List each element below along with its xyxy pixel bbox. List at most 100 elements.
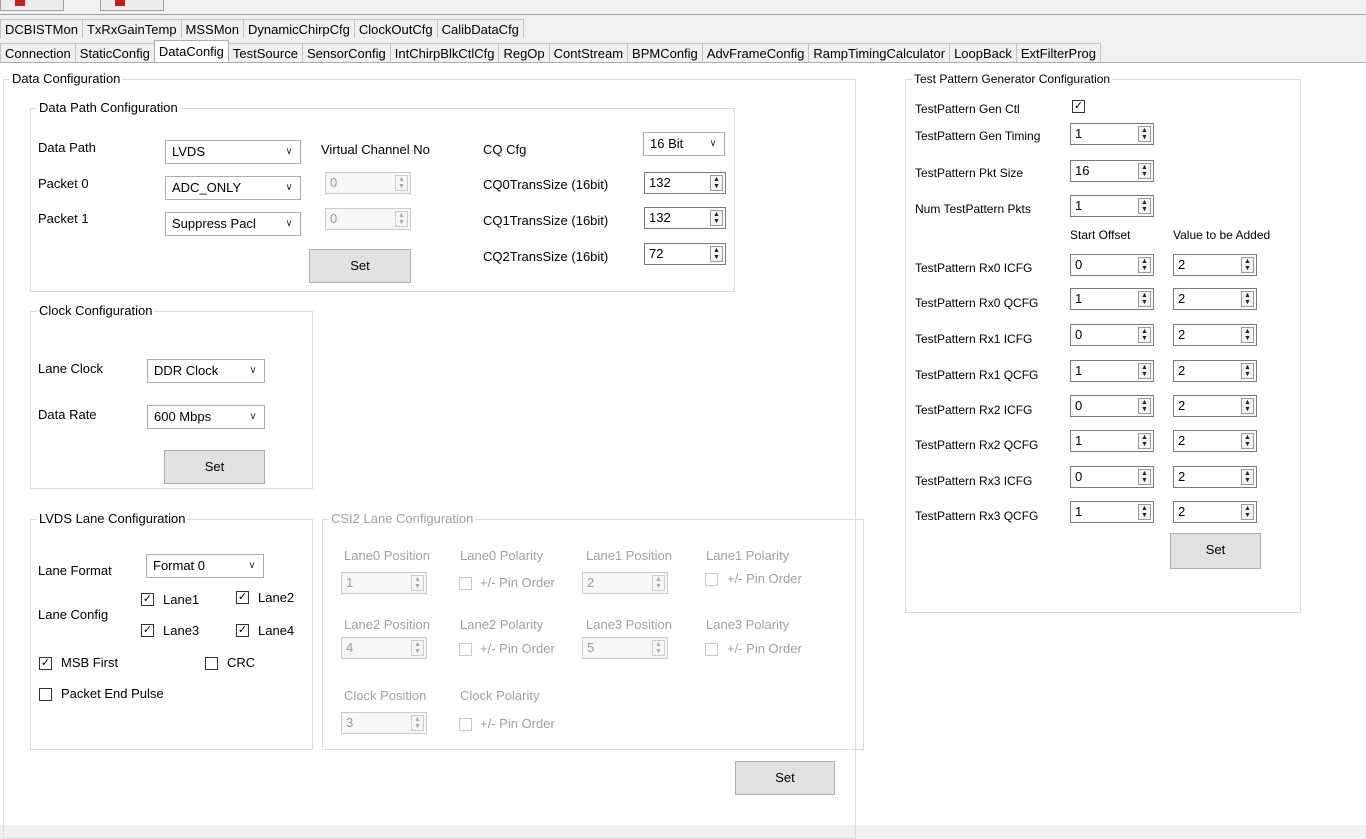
spinner-arrows-icon[interactable]: ▲ ▼ [1241,469,1254,485]
rx3-icfg-offset-spinner[interactable]: 0 ▲ ▼ [1070,466,1154,488]
lane2-polarity-checkbox[interactable] [459,643,472,656]
rx2-icfg-offset-spinner[interactable]: 0 ▲ ▼ [1070,395,1154,417]
tab-connection[interactable]: Connection [0,43,76,62]
data-path-set-button[interactable]: Set [309,249,411,283]
spinner-arrows-icon[interactable]: ▲ ▼ [1241,433,1254,449]
spinner-arrows-icon[interactable]: ▲ ▼ [1138,433,1151,449]
spinner-arrows-icon[interactable]: ▲ ▼ [411,640,424,656]
cq1-spinner[interactable]: 132 ▲ ▼ [644,207,726,229]
packet1-select[interactable]: Suppress Pacl ∨ [165,212,301,236]
tab-regop[interactable]: RegOp [498,43,550,62]
rx0-qcfg-offset-spinner[interactable]: 1 ▲ ▼ [1070,288,1154,310]
spinner-arrows-icon[interactable]: ▲ ▼ [1241,398,1254,414]
data-path-select[interactable]: LVDS ∨ [165,140,301,164]
tab-loopback[interactable]: LoopBack [949,43,1017,62]
vc1-spinner[interactable]: 0 ▲ ▼ [325,208,411,230]
lane3-checkbox[interactable]: ✓ [141,624,154,637]
tab-testsource[interactable]: TestSource [227,43,303,62]
cq-cfg-select[interactable]: 16 Bit ∨ [643,132,725,156]
tab-sensorconfig[interactable]: SensorConfig [301,43,391,62]
lane0-polarity-checkbox[interactable] [459,577,472,590]
spinner-arrows-icon[interactable]: ▲ ▼ [1138,504,1151,520]
top-tab-2[interactable] [100,0,164,11]
packet-end-pulse-checkbox[interactable] [39,688,52,701]
tab-dynamicchirpcfg[interactable]: DynamicChirpCfg [243,19,355,38]
clock-set-button[interactable]: Set [164,450,265,484]
msb-first-checkbox[interactable]: ✓ [39,657,52,670]
tab-intchirpblkctlcfg[interactable]: IntChirpBlkCtlCfg [389,43,500,62]
lane2-checkbox[interactable]: ✓ [236,591,249,604]
num-pkts-spinner[interactable]: 1 ▲ ▼ [1070,195,1154,217]
tab-advframeconfig[interactable]: AdvFrameConfig [701,43,810,62]
spinner-arrows-icon[interactable]: ▲ ▼ [395,175,408,191]
tab-dataconfig[interactable]: DataConfig [153,40,229,62]
spinner-arrows-icon[interactable]: ▲ ▼ [411,575,424,591]
lane3-polarity-checkbox[interactable] [705,643,718,656]
spinner-arrows-icon[interactable]: ▲ ▼ [652,640,665,656]
spinner-arrows-icon[interactable]: ▲ ▼ [1138,363,1151,379]
cq0-spinner[interactable]: 132 ▲ ▼ [644,172,726,194]
lane-format-select[interactable]: Format 0 ∨ [146,554,264,578]
rx0-qcfg-added-spinner[interactable]: 2 ▲ ▼ [1173,288,1257,310]
rx3-icfg-added-spinner[interactable]: 2 ▲ ▼ [1173,466,1257,488]
spinner-arrows-icon[interactable]: ▲ ▼ [1138,469,1151,485]
spinner-arrows-icon[interactable]: ▲ ▼ [1138,257,1151,273]
spinner-arrows-icon[interactable]: ▲ ▼ [1138,327,1151,343]
packet0-select[interactable]: ADC_ONLY ∨ [165,176,301,200]
lane4-checkbox[interactable]: ✓ [236,624,249,637]
lane-config-set-button[interactable]: Set [735,761,835,795]
spinner-arrows-icon[interactable]: ▲ ▼ [1241,291,1254,307]
rx2-qcfg-offset-spinner[interactable]: 1 ▲ ▼ [1070,430,1154,452]
lane2-position-spinner[interactable]: 4 ▲ ▼ [341,637,427,659]
lane1-checkbox[interactable]: ✓ [141,593,154,606]
tab-staticconfig[interactable]: StaticConfig [74,43,155,62]
rx1-icfg-added-spinner[interactable]: 2 ▲ ▼ [1173,324,1257,346]
tab-bpmconfig[interactable]: BPMConfig [627,43,703,62]
rx1-qcfg-offset-spinner[interactable]: 1 ▲ ▼ [1070,360,1154,382]
rx1-icfg-offset-spinner[interactable]: 0 ▲ ▼ [1070,324,1154,346]
tab-extfilterprog[interactable]: ExtFilterProg [1015,43,1102,62]
rx1-qcfg-added-spinner[interactable]: 2 ▲ ▼ [1173,360,1257,382]
vc0-spinner[interactable]: 0 ▲ ▼ [325,172,411,194]
rx2-icfg-added-spinner[interactable]: 2 ▲ ▼ [1173,395,1257,417]
tab-txrxgaintemp[interactable]: TxRxGainTemp [81,19,182,38]
clock-position-spinner[interactable]: 3 ▲ ▼ [341,712,427,734]
tab-contstream[interactable]: ContStream [548,43,629,62]
spinner-arrows-icon[interactable]: ▲ ▼ [1241,327,1254,343]
tab-clockoutcfg[interactable]: ClockOutCfg [353,19,438,38]
top-tab-1[interactable] [0,0,64,11]
spinner-arrows-icon[interactable]: ▲ ▼ [1241,363,1254,379]
spinner-arrows-icon[interactable]: ▲ ▼ [1241,504,1254,520]
cq2-spinner[interactable]: 72 ▲ ▼ [644,243,726,265]
spinner-arrows-icon[interactable]: ▲ ▼ [411,715,424,731]
lane3-position-spinner[interactable]: 5 ▲ ▼ [582,637,668,659]
rx0-icfg-added-spinner[interactable]: 2 ▲ ▼ [1173,254,1257,276]
spinner-arrows-icon[interactable]: ▲ ▼ [1138,163,1151,179]
tab-mssmon[interactable]: MSSMon [180,19,245,38]
spinner-arrows-icon[interactable]: ▲ ▼ [1138,198,1151,214]
spinner-arrows-icon[interactable]: ▲ ▼ [710,175,723,191]
rx2-qcfg-added-spinner[interactable]: 2 ▲ ▼ [1173,430,1257,452]
spinner-arrows-icon[interactable]: ▲ ▼ [652,575,665,591]
tab-calibdatacfg[interactable]: CalibDataCfg [436,19,524,38]
lane0-position-spinner[interactable]: 1 ▲ ▼ [341,572,427,594]
spinner-arrows-icon[interactable]: ▲ ▼ [1241,257,1254,273]
spinner-arrows-icon[interactable]: ▲ ▼ [1138,126,1151,142]
lane1-polarity-checkbox[interactable] [705,573,718,586]
tab-dcbistmon[interactable]: DCBISTMon [0,19,83,38]
rx3-qcfg-added-spinner[interactable]: 2 ▲ ▼ [1173,501,1257,523]
spinner-arrows-icon[interactable]: ▲ ▼ [1138,291,1151,307]
lane-clock-select[interactable]: DDR Clock ∨ [147,359,265,383]
pkt-size-spinner[interactable]: 16 ▲ ▼ [1070,160,1154,182]
spinner-arrows-icon[interactable]: ▲ ▼ [395,211,408,227]
test-pattern-set-button[interactable]: Set [1170,533,1261,569]
gen-timing-spinner[interactable]: 1 ▲ ▼ [1070,123,1154,145]
spinner-arrows-icon[interactable]: ▲ ▼ [710,246,723,262]
spinner-arrows-icon[interactable]: ▲ ▼ [710,210,723,226]
lane1-position-spinner[interactable]: 2 ▲ ▼ [582,572,668,594]
rx0-icfg-offset-spinner[interactable]: 0 ▲ ▼ [1070,254,1154,276]
data-rate-select[interactable]: 600 Mbps ∨ [147,405,265,429]
rx3-qcfg-offset-spinner[interactable]: 1 ▲ ▼ [1070,501,1154,523]
gen-ctl-checkbox[interactable]: ✓ [1072,100,1085,113]
clock-polarity-checkbox[interactable] [459,718,472,731]
